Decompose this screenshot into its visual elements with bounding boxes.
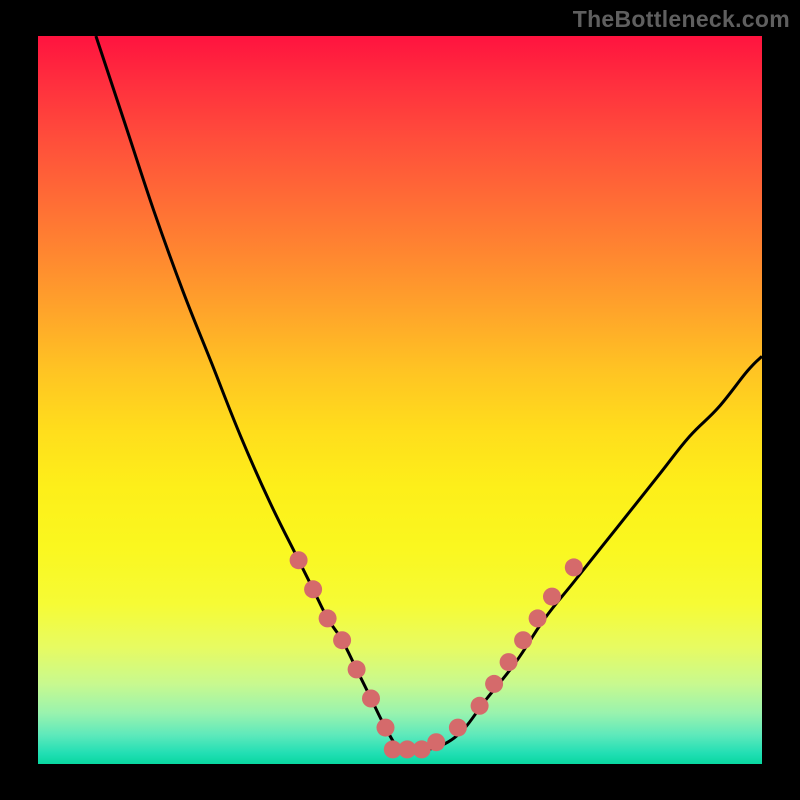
watermark-text: TheBottleneck.com — [573, 6, 790, 33]
marker-point — [500, 653, 518, 671]
marker-point — [304, 580, 322, 598]
marker-point — [449, 719, 467, 737]
marker-point — [565, 558, 583, 576]
marker-point — [514, 631, 532, 649]
marker-group — [290, 551, 583, 758]
marker-point — [333, 631, 351, 649]
marker-point — [362, 690, 380, 708]
marker-point — [543, 588, 561, 606]
chart-frame: TheBottleneck.com — [0, 0, 800, 800]
marker-point — [529, 609, 547, 627]
chart-title — [0, 0, 1, 1]
marker-point — [290, 551, 308, 569]
chart-svg — [38, 36, 762, 764]
marker-point — [377, 719, 395, 737]
marker-point — [427, 733, 445, 751]
marker-point — [485, 675, 503, 693]
marker-point — [348, 660, 366, 678]
marker-point — [319, 609, 337, 627]
plot-area — [38, 36, 762, 764]
marker-point — [471, 697, 489, 715]
bottleneck-curve — [96, 36, 762, 751]
